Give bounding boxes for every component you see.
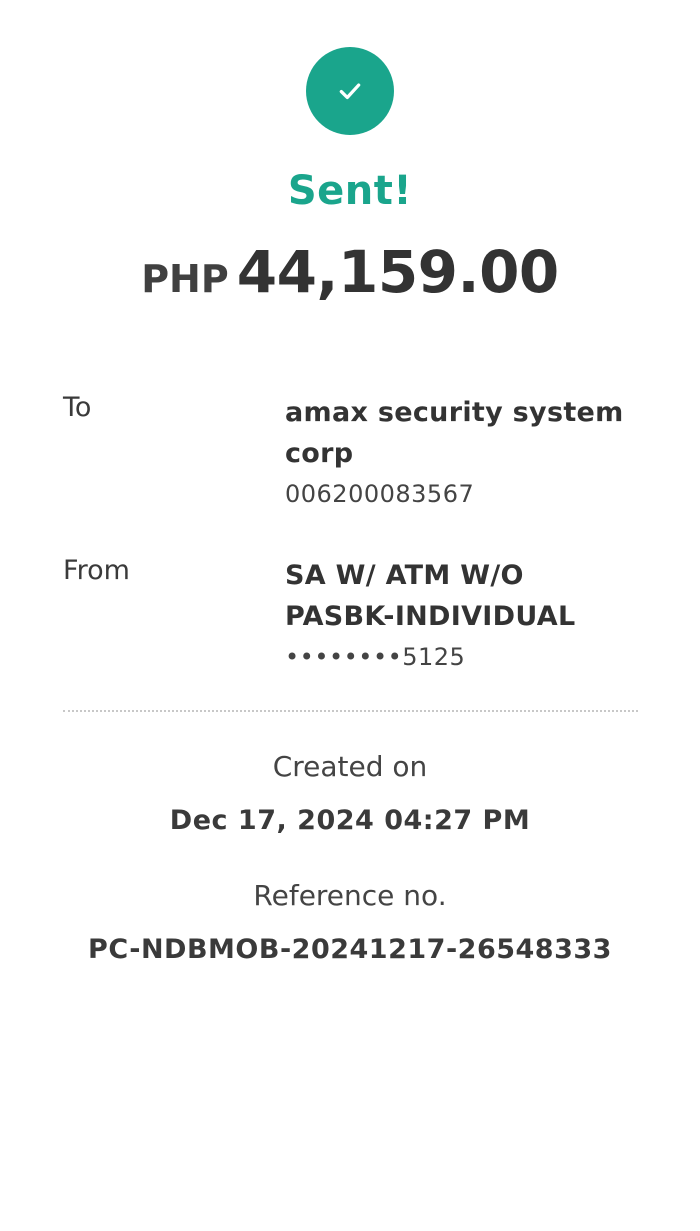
amount-currency: PHP: [141, 257, 229, 301]
created-on-label: Created on: [272, 750, 428, 783]
source-account-name-line1: SA W/ ATM W/O: [285, 560, 524, 591]
to-details: amax security system corp 006200083567: [285, 392, 645, 508]
recipient-name-line2: corp: [285, 438, 354, 469]
to-label: To: [63, 392, 92, 423]
source-account-number: ••••••••5125: [285, 643, 466, 671]
from-label: From: [63, 555, 130, 586]
source-account-name-line2: PASBK-INDIVIDUAL: [285, 601, 576, 632]
from-details: SA W/ ATM W/O PASBK-INDIVIDUAL ••••••••5…: [285, 555, 645, 671]
amount-display: PHP 44,159.00: [0, 238, 700, 306]
created-on-value: Dec 17, 2024 04:27 PM: [169, 805, 531, 836]
check-icon: [339, 83, 361, 100]
reference-value: PC-NDBMOB-20241217-26548333: [88, 934, 612, 965]
recipient-name-line1: amax security system: [285, 397, 624, 428]
success-badge: [306, 47, 394, 135]
status-title: Sent!: [287, 168, 413, 214]
amount-value: 44,159.00: [236, 238, 560, 306]
dotted-divider: [63, 710, 638, 712]
reference-label: Reference no.: [253, 879, 447, 912]
recipient-account: 006200083567: [285, 480, 475, 508]
